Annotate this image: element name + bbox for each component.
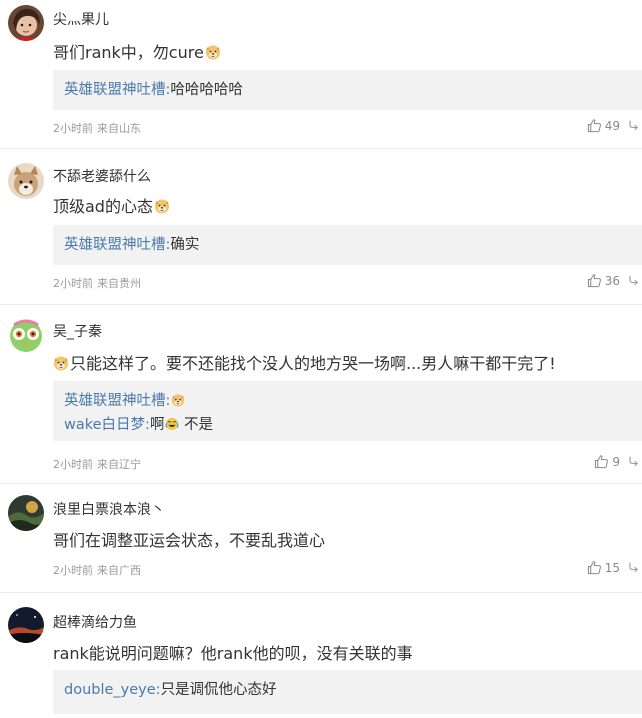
comment-meta: 2小时前 来自贵州 <box>53 275 145 291</box>
comment-text-body: 哥们rank中，勿cure <box>53 43 204 62</box>
reply-button[interactable] <box>628 119 640 132</box>
comment-item: 吴_子秦 只能这样了。要不还能找个没人的地方哭一场啊...男人嘛干都干完了! 英… <box>0 305 642 484</box>
username[interactable]: 尖灬果儿 <box>53 9 109 29</box>
like-button[interactable]: 15 <box>587 560 620 575</box>
reply-author[interactable]: 英雄联盟神吐槽: <box>64 393 170 409</box>
like-button[interactable]: 9 <box>594 454 620 469</box>
comment-item: 超棒滴给力鱼 rank能说明问题嘛？他rank他的呗，没有关联的事 double… <box>0 593 642 718</box>
comment-item: 浪里白票浪本浪丶 哥们在调整亚运会状态，不要乱我道心 2小时前 来自广西 15 <box>0 484 642 593</box>
avatar[interactable] <box>8 607 44 643</box>
username[interactable]: 超棒滴给力鱼 <box>53 612 137 632</box>
reply-box: 英雄联盟神吐槽:哈哈哈哈哈 <box>53 70 642 110</box>
avatar[interactable] <box>8 5 44 41</box>
reply-author[interactable]: double_yeye: <box>64 682 161 698</box>
reply-box: 英雄联盟神吐槽: wake白日梦:啊 不是 <box>53 381 642 441</box>
reply-author[interactable]: 英雄联盟神吐槽: <box>64 237 170 253</box>
like-count: 36 <box>604 273 620 288</box>
reply-line: 英雄联盟神吐槽: <box>64 389 631 413</box>
laugh-cry-emoji-icon <box>165 417 179 431</box>
reply-text: 确实 <box>170 237 200 253</box>
thumbs-up-icon <box>587 273 602 288</box>
reply-text: 只是调侃他心态好 <box>160 682 277 698</box>
comment-time: 2小时前 <box>53 277 93 290</box>
comment-text: 只能这样了。要不还能找个没人的地方哭一场啊...男人嘛干都干完了! <box>53 350 556 374</box>
comment-location: 来自贵州 <box>97 277 141 290</box>
like-count: 49 <box>604 118 620 133</box>
comment-text: rank能说明问题嘛？他rank他的呗，没有关联的事 <box>53 640 413 664</box>
reply-box: 英雄联盟神吐槽:确实 <box>53 225 642 265</box>
doge-emoji-icon <box>171 393 185 407</box>
reply-button[interactable] <box>628 274 640 287</box>
username[interactable]: 不舔老婆舔什么 <box>53 166 151 186</box>
reply-author[interactable]: wake白日梦: <box>64 417 150 433</box>
like-count: 15 <box>604 560 620 575</box>
doge-emoji-icon <box>53 355 69 371</box>
reply-line: double_yeye:只是调侃他心态好 <box>64 678 631 702</box>
reply-icon <box>628 455 640 467</box>
comment-item: 不舔老婆舔什么 顶级ad的心态 英雄联盟神吐槽:确实 2小时前 来自贵州 36 <box>0 149 642 305</box>
like-count: 9 <box>612 454 620 469</box>
reply-button[interactable] <box>628 455 640 468</box>
doge-emoji-icon <box>154 198 170 214</box>
comment-text: 哥们在调整亚运会状态，不要乱我道心 <box>53 527 325 551</box>
avatar[interactable] <box>8 317 44 353</box>
comment-location: 来自辽宁 <box>97 458 141 471</box>
like-button[interactable]: 49 <box>587 118 620 133</box>
username[interactable]: 吴_子秦 <box>53 321 102 341</box>
reply-line: 英雄联盟神吐槽:确实 <box>64 233 631 257</box>
like-button[interactable]: 36 <box>587 273 620 288</box>
reply-text: 哈哈哈哈哈 <box>170 82 243 98</box>
comment-text-body: 只能这样了。要不还能找个没人的地方哭一场啊...男人嘛干都干完了! <box>70 354 556 373</box>
doge-emoji-icon <box>205 44 221 60</box>
reply-author[interactable]: 英雄联盟神吐槽: <box>64 82 170 98</box>
reply-icon <box>628 561 640 573</box>
comment-meta: 2小时前 来自山东 <box>53 120 145 136</box>
comment-location: 来自山东 <box>97 122 141 135</box>
comment-time: 2小时前 <box>53 122 93 135</box>
reply-text: 啊 <box>149 417 165 433</box>
comment-meta: 2小时前 来自辽宁 <box>53 456 145 472</box>
comment-text: 顶级ad的心态 <box>53 193 170 217</box>
thumbs-up-icon <box>587 118 602 133</box>
avatar[interactable] <box>8 163 44 199</box>
comment-item: 尖灬果儿 哥们rank中，勿cure 英雄联盟神吐槽:哈哈哈哈哈 2小时前 来自山… <box>0 0 642 149</box>
avatar[interactable] <box>8 495 44 531</box>
comment-location: 来自广西 <box>97 564 141 577</box>
comment-meta: 2小时前 来自广西 <box>53 562 145 578</box>
reply-text: 不是 <box>179 417 214 433</box>
comment-time: 2小时前 <box>53 564 93 577</box>
thumbs-up-icon <box>587 560 602 575</box>
reply-button[interactable] <box>628 561 640 574</box>
comment-text-body: 哥们在调整亚运会状态，不要乱我道心 <box>53 531 326 550</box>
reply-icon <box>628 274 640 286</box>
reply-box: double_yeye:只是调侃他心态好 <box>53 670 642 714</box>
comment-text: 哥们rank中，勿cure <box>53 39 221 63</box>
comment-text-body: 顶级ad的心态 <box>53 197 153 216</box>
comment-text-body: rank能说明问题嘛？他rank他的呗，没有关联的事 <box>53 644 413 663</box>
username[interactable]: 浪里白票浪本浪丶 <box>53 499 165 519</box>
reply-line: 英雄联盟神吐槽:哈哈哈哈哈 <box>64 78 631 102</box>
comment-time: 2小时前 <box>53 458 93 471</box>
reply-icon <box>628 119 640 131</box>
reply-line: wake白日梦:啊 不是 <box>64 413 631 437</box>
thumbs-up-icon <box>594 454 609 469</box>
